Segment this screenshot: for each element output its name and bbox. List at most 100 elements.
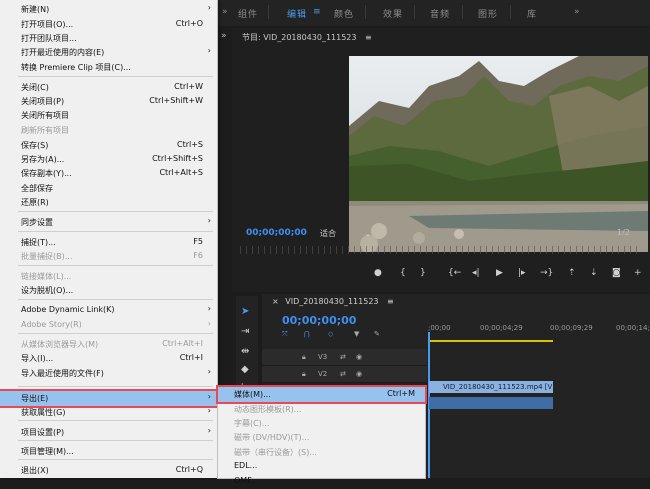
workspace-more-button[interactable]: » xyxy=(222,7,229,17)
selection-tool-icon[interactable]: ➤ xyxy=(241,306,253,318)
menu-divider xyxy=(18,211,213,212)
menu-item[interactable]: 退出(X) Ctrl+Q xyxy=(0,463,217,478)
linked-selection-icon[interactable]: ⋂ xyxy=(304,330,310,338)
step-forward-icon[interactable]: |▸ xyxy=(518,268,526,278)
menu-item-shortcut: F6 xyxy=(193,251,203,260)
menu-item-label: 关闭项目(P) xyxy=(21,97,65,106)
razor-tool-icon[interactable]: ◆ xyxy=(241,364,253,376)
menu-item-shortcut: Ctrl+S xyxy=(176,140,203,149)
add-button-icon[interactable]: + xyxy=(634,268,642,278)
menu-item[interactable]: 获取属性(G) › xyxy=(0,405,217,420)
marker-icon[interactable]: ● xyxy=(374,268,382,278)
menu-item-label: 同步设置 xyxy=(21,218,53,227)
track-header-v2[interactable]: 🔒︎ V2 ⇄ ◉ xyxy=(262,366,427,383)
menu-item[interactable]: 导出(E) › xyxy=(0,389,219,408)
menu-item[interactable]: 同步设置 › xyxy=(0,215,217,230)
menu-item[interactable]: Adobe Dynamic Link(K) › xyxy=(0,303,217,318)
play-icon[interactable]: ▶ xyxy=(496,268,503,278)
submenu-item-label: 动态图形模板(R)... xyxy=(234,405,302,414)
add-marker-icon[interactable]: ◇ xyxy=(328,330,333,338)
marker-icon[interactable]: ▼ xyxy=(354,330,359,338)
panel-menu-icon[interactable]: ≡ xyxy=(387,297,394,306)
menu-item[interactable]: 另存为(A)... Ctrl+Shift+S xyxy=(0,152,217,167)
work-area-bar[interactable] xyxy=(429,340,553,342)
workspace-tab-color[interactable]: 颜色 xyxy=(334,7,354,20)
workspace-tab-libraries[interactable]: 库 xyxy=(527,7,537,20)
close-icon[interactable]: × xyxy=(272,297,279,306)
program-timecode[interactable]: 00;00;00;00 xyxy=(246,228,307,238)
sync-icon[interactable]: ⇄ xyxy=(340,370,346,378)
panel-menu-icon[interactable]: ≡ xyxy=(365,33,372,42)
menu-item[interactable]: 保存(S) Ctrl+S xyxy=(0,138,217,153)
submenu-item: 动态图形模板(R)... xyxy=(218,402,425,417)
go-to-out-icon[interactable]: →} xyxy=(540,268,553,278)
menu-item-label: 项目设置(P) xyxy=(21,428,65,437)
workspace-menu-icon[interactable]: ≡ xyxy=(313,7,322,17)
menu-item[interactable]: 导入(I)... Ctrl+I xyxy=(0,351,217,366)
menu-item[interactable]: 项目设置(P) › xyxy=(0,425,217,440)
panel-more-button[interactable]: » xyxy=(221,31,228,41)
eye-icon[interactable]: ◉ xyxy=(356,370,362,378)
workspace-overflow-button[interactable]: » xyxy=(574,7,581,17)
wrench-icon[interactable]: ✎ xyxy=(374,330,380,338)
track-select-tool-icon[interactable]: ⇥ xyxy=(241,326,253,338)
menu-item[interactable]: 关闭项目(P) Ctrl+Shift+W xyxy=(0,94,217,109)
video-clip[interactable]: VID_20180430_111523.mp4 [V] xyxy=(429,381,553,393)
submenu-item: 字幕(C)... xyxy=(218,416,425,431)
submenu-item[interactable]: 媒体(M)... Ctrl+M xyxy=(216,385,427,404)
menu-item[interactable]: 打开项目(O)... Ctrl+O xyxy=(0,17,217,32)
menu-item[interactable]: 还原(R) xyxy=(0,195,217,210)
menu-item[interactable]: 全部保存 xyxy=(0,181,217,196)
ripple-edit-tool-icon[interactable]: ⇹ xyxy=(241,346,253,358)
submenu-item[interactable]: OMF... xyxy=(218,474,425,489)
mark-out-icon[interactable]: } xyxy=(420,268,426,278)
submenu-item: 磁带 (DV/HDV)(T)... xyxy=(218,430,425,445)
submenu-item[interactable]: EDL... xyxy=(218,459,425,474)
extract-icon[interactable]: ⇣ xyxy=(590,268,598,278)
menu-item-label: 新建(N) xyxy=(21,5,50,14)
eye-icon[interactable]: ◉ xyxy=(356,353,362,361)
zoom-select[interactable]: 适合 ⌄ xyxy=(320,228,371,239)
menu-item[interactable]: 设为脱机(O)... xyxy=(0,283,217,298)
menu-item[interactable]: 项目管理(M)... xyxy=(0,444,217,459)
step-back-icon[interactable]: ◂| xyxy=(472,268,480,278)
program-monitor-title[interactable]: 节目: VID_20180430_111523 ≡ xyxy=(242,32,372,43)
workspace-tab-editing[interactable]: 编辑 xyxy=(287,7,307,20)
menu-item[interactable]: 打开最近使用的内容(E) › xyxy=(0,45,217,60)
timeline-timecode[interactable]: 00;00;00;00 xyxy=(282,314,356,327)
menu-item[interactable]: 捕捉(T)... F5 xyxy=(0,235,217,250)
menu-item[interactable]: 新建(N) › xyxy=(0,2,217,17)
track-header-v3[interactable]: 🔒︎ V3 ⇄ ◉ xyxy=(262,349,427,366)
menu-item-label: 导入(I)... xyxy=(21,354,54,363)
workspace-tab-effects[interactable]: 效果 xyxy=(383,7,403,20)
audio-clip[interactable] xyxy=(429,397,553,409)
playhead-ruler[interactable] xyxy=(240,246,642,254)
divider xyxy=(268,5,269,19)
menu-item[interactable]: 关闭所有项目 xyxy=(0,108,217,123)
menu-item-label: 还原(R) xyxy=(21,198,49,207)
lock-icon[interactable]: 🔒︎ xyxy=(302,370,306,379)
snap-icon[interactable]: ⤧ xyxy=(282,330,288,339)
menu-item-label: 打开最近使用的内容(E) xyxy=(21,48,105,57)
timeline-tab[interactable]: × VID_20180430_111523 ≡ xyxy=(272,297,394,306)
lock-icon[interactable]: 🔒︎ xyxy=(302,353,306,362)
mark-in-icon[interactable]: { xyxy=(400,268,406,278)
resolution-select[interactable]: 1/2 xyxy=(617,228,630,237)
timeline-tab-label: VID_20180430_111523 xyxy=(285,297,379,306)
chevron-right-icon: › xyxy=(207,319,211,328)
menu-item[interactable]: 转换 Premiere Clip 项目(C)... xyxy=(0,60,217,75)
menu-item[interactable]: 保存副本(Y)... Ctrl+Alt+S xyxy=(0,166,217,181)
workspace-tab-assembly[interactable]: 组件 xyxy=(238,7,258,20)
menu-item-label: 获取属性(G) xyxy=(21,408,66,417)
menu-item: 批量捕捉(B)... F6 xyxy=(0,249,217,264)
menu-item[interactable]: 关闭(C) Ctrl+W xyxy=(0,80,217,95)
file-menu: 新建(N) › 打开项目(O)... Ctrl+O 打开团队项目... 打开最近使用的内容… xyxy=(0,0,219,478)
workspace-tab-audio[interactable]: 音频 xyxy=(430,7,450,20)
go-to-in-icon[interactable]: {← xyxy=(448,268,461,278)
menu-item[interactable]: 导入最近使用的文件(F) › xyxy=(0,366,217,381)
lift-icon[interactable]: ⇡ xyxy=(568,268,576,278)
menu-item[interactable]: 打开团队项目... xyxy=(0,31,217,46)
workspace-tab-graphics[interactable]: 图形 xyxy=(478,7,498,20)
camera-icon[interactable]: ◙ xyxy=(612,268,621,278)
sync-icon[interactable]: ⇄ xyxy=(340,353,346,361)
